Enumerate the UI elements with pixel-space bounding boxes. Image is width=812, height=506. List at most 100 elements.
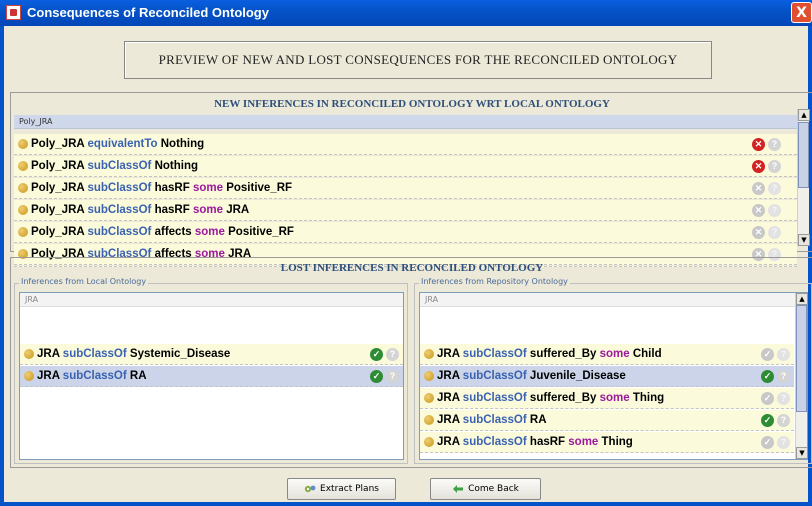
inference-obj: RA — [129, 370, 147, 382]
class-bullet-icon — [18, 161, 28, 171]
repo-inferences-scrollbar[interactable]: ▲ ▼ — [795, 293, 807, 459]
class-bullet-icon — [24, 349, 34, 359]
question-icon[interactable]: ? — [777, 348, 790, 361]
accept-icon[interactable]: ✓ — [761, 348, 774, 361]
class-bullet-icon — [424, 349, 434, 359]
question-icon[interactable]: ? — [777, 436, 790, 449]
inference-q: some — [568, 436, 599, 448]
question-icon[interactable]: ? — [777, 414, 790, 427]
inference-subject: JRA — [437, 436, 460, 448]
come-back-button[interactable]: Come Back — [430, 478, 541, 500]
inference-text: Poly_JRA subClassOf Nothing — [31, 156, 198, 177]
inference-text: Poly_JRA equivalentTo Nothing — [31, 134, 204, 155]
question-icon[interactable]: ? — [386, 348, 399, 361]
inference-row[interactable]: JRA subClassOf suffered_By some Child ✓? — [420, 344, 794, 365]
inference-text: JRA subClassOf hasRF some Thing — [437, 432, 633, 453]
inference-rel: subClassOf — [462, 392, 527, 404]
class-bullet-icon — [24, 371, 34, 381]
question-icon[interactable]: ? — [768, 138, 781, 151]
class-bullet-icon — [18, 183, 28, 193]
inference-subject: JRA — [37, 370, 60, 382]
accept-icon[interactable]: ✓ — [370, 370, 383, 383]
inference-obj: Thing — [632, 392, 665, 404]
question-icon[interactable]: ? — [768, 182, 781, 195]
scroll-thumb[interactable] — [798, 122, 809, 188]
title-bar[interactable]: Consequences of Reconciled Ontology X — [0, 0, 812, 26]
class-bullet-icon — [424, 393, 434, 403]
inference-row[interactable]: Poly_JRA subClassOf hasRF some Positive_… — [14, 178, 797, 199]
accept-icon[interactable]: ✓ — [761, 414, 774, 427]
local-inferences-header: JRA — [20, 293, 403, 307]
reject-icon[interactable]: ✕ — [752, 226, 765, 239]
inference-obj: Child — [632, 348, 662, 360]
question-icon[interactable]: ? — [768, 160, 781, 173]
inference-rel: subClassOf — [87, 160, 152, 172]
inference-q: some — [599, 348, 630, 360]
come-back-label: Come Back — [468, 484, 519, 494]
question-icon[interactable]: ? — [777, 370, 790, 383]
reject-icon[interactable]: ✕ — [752, 138, 765, 151]
inference-rel: subClassOf — [87, 226, 152, 238]
inference-subject: Poly_JRA — [31, 226, 85, 238]
inference-mid: hasRF — [529, 436, 566, 448]
scroll-thumb[interactable] — [796, 305, 807, 412]
inference-text: JRA subClassOf RA — [37, 366, 147, 387]
class-bullet-icon — [18, 227, 28, 237]
new-inferences-scrollbar[interactable]: ▲ ▼ — [797, 109, 810, 246]
inference-mid: suffered_By — [529, 392, 597, 404]
inference-row[interactable]: JRA subClassOf hasRF some Thing ✓? — [420, 432, 794, 453]
close-button[interactable]: X — [791, 2, 812, 23]
reject-icon[interactable]: ✕ — [752, 204, 765, 217]
reject-icon[interactable]: ✕ — [752, 182, 765, 195]
question-icon[interactable]: ? — [768, 226, 781, 239]
inference-rel: subClassOf — [462, 414, 527, 426]
scroll-down-button[interactable]: ▼ — [798, 234, 810, 246]
repo-inferences-header: JRA — [420, 293, 807, 307]
inference-obj: Thing — [601, 436, 633, 448]
back-arrow-icon — [453, 485, 464, 493]
question-icon[interactable]: ? — [777, 392, 790, 405]
inference-rel: subClassOf — [462, 348, 527, 360]
inference-obj: Juvenile_Disease — [529, 370, 626, 382]
accept-icon[interactable]: ✓ — [761, 436, 774, 449]
repo-inferences-label: Inferences from Repository Ontology — [419, 277, 570, 286]
inference-row[interactable]: JRA subClassOf Systemic_Disease ✓? — [20, 344, 403, 365]
class-bullet-icon — [424, 415, 434, 425]
inference-row[interactable]: Poly_JRA equivalentTo Nothing ✕? — [14, 134, 797, 155]
inference-row[interactable]: JRA subClassOf RA ✓? — [20, 366, 403, 387]
app-icon — [6, 5, 21, 20]
inference-mid: hasRF — [154, 182, 190, 194]
accept-icon[interactable]: ✓ — [761, 392, 774, 405]
accept-icon[interactable]: ✓ — [370, 348, 383, 361]
inference-subject: Poly_JRA — [31, 138, 85, 150]
inference-text: JRA subClassOf RA — [437, 410, 547, 431]
inference-subject: Poly_JRA — [31, 160, 85, 172]
accept-icon[interactable]: ✓ — [761, 370, 774, 383]
scroll-down-button[interactable]: ▼ — [796, 447, 807, 459]
inference-row[interactable]: JRA subClassOf RA ✓? — [420, 410, 794, 431]
scroll-up-button[interactable]: ▲ — [796, 293, 807, 305]
inference-text: JRA subClassOf Juvenile_Disease — [437, 366, 626, 387]
scroll-up-button[interactable]: ▲ — [798, 109, 810, 121]
inference-subject: Poly_JRA — [31, 182, 85, 194]
inference-subject: JRA — [37, 348, 60, 360]
inference-q: some — [192, 204, 223, 216]
inference-text: Poly_JRA subClassOf affects some Positiv… — [31, 222, 294, 243]
inference-mid: suffered_By — [529, 348, 597, 360]
inference-row[interactable]: Poly_JRA subClassOf affects some Positiv… — [14, 222, 797, 243]
extract-plans-button[interactable]: Extract Plans — [287, 478, 396, 500]
inference-row[interactable]: Poly_JRA subClassOf Nothing ✕? — [14, 156, 797, 177]
class-bullet-icon — [18, 205, 28, 215]
inference-obj: Nothing — [154, 160, 199, 172]
inference-row[interactable]: Poly_JRA subClassOf hasRF some JRA ✕? — [14, 200, 797, 221]
question-icon[interactable]: ? — [768, 204, 781, 217]
inference-row[interactable]: JRA subClassOf suffered_By some Thing ✓? — [420, 388, 794, 409]
inference-subject: Poly_JRA — [31, 204, 85, 216]
reject-icon[interactable]: ✕ — [752, 160, 765, 173]
inference-text: JRA subClassOf suffered_By some Child — [437, 344, 662, 365]
local-inferences-list: JRA JRA subClassOf Systemic_Disease ✓? JR… — [19, 292, 404, 460]
window-title: Consequences of Reconciled Ontology — [27, 5, 269, 20]
inference-text: Poly_JRA subClassOf hasRF some JRA — [31, 200, 249, 221]
inference-row[interactable]: JRA subClassOf Juvenile_Disease ✓? — [420, 366, 794, 387]
question-icon[interactable]: ? — [386, 370, 399, 383]
